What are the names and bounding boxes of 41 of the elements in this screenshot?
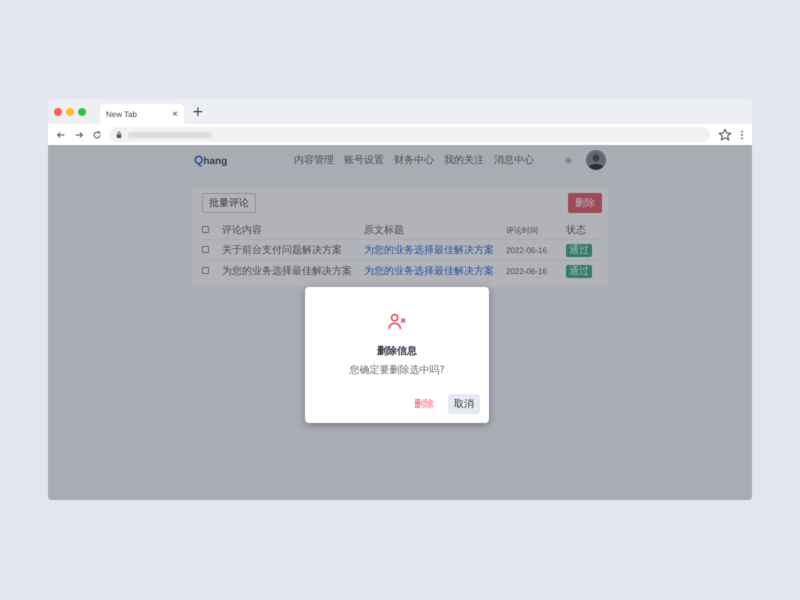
- nav-link[interactable]: 账号设置: [344, 153, 384, 167]
- bookmark-star-icon[interactable]: [718, 128, 732, 142]
- table-cell-text: 2022-06-16: [506, 266, 548, 276]
- logo[interactable]: Qhang: [194, 153, 294, 167]
- remove-user-icon: [388, 313, 406, 330]
- nav-link[interactable]: 消息中心: [494, 153, 534, 167]
- column-header: 评论时间: [506, 224, 539, 236]
- close-window-icon[interactable]: [54, 108, 62, 116]
- column-header: 状态: [566, 224, 587, 237]
- batch-comment-button[interactable]: 批量评论: [202, 193, 256, 213]
- column-header: 评论内容: [222, 224, 263, 237]
- menu-icon[interactable]: [740, 130, 744, 140]
- checkbox[interactable]: [202, 226, 209, 232]
- lock-icon: [116, 130, 122, 138]
- nav-link[interactable]: 我的关注: [444, 153, 484, 167]
- table-cell-text: 为您的业务选择最佳解决方案: [222, 264, 353, 278]
- cancel-button[interactable]: 取消: [448, 394, 480, 414]
- browser-tab[interactable]: New Tab ×: [100, 104, 184, 124]
- delete-button[interactable]: 删除: [568, 193, 602, 213]
- nav-link[interactable]: 内容管理: [294, 153, 334, 167]
- status-tag: 通过: [566, 265, 592, 278]
- dialog-message: 您确定要删除选中吗?: [349, 364, 445, 377]
- status-tag: 通过: [566, 244, 592, 257]
- settings-icon[interactable]: [565, 156, 572, 164]
- table-cell-text: 关于前台支付问题解决方案: [222, 244, 343, 257]
- reload-icon[interactable]: [92, 130, 102, 140]
- article-link[interactable]: 为您的业务选择最佳解决方案: [364, 245, 494, 256]
- avatar[interactable]: [586, 150, 606, 170]
- dialog-title: 删除信息: [377, 344, 417, 358]
- forward-icon[interactable]: [74, 130, 84, 140]
- confirm-delete-button[interactable]: 删除: [408, 394, 440, 414]
- table-cell-text: 2022-06-16: [506, 246, 548, 254]
- checkbox[interactable]: [202, 246, 209, 252]
- checkbox[interactable]: [202, 266, 209, 274]
- close-tab-button[interactable]: ×: [172, 108, 178, 120]
- maximize-window-icon[interactable]: [78, 108, 86, 116]
- back-icon[interactable]: [56, 130, 66, 140]
- article-link[interactable]: 为您的业务选择最佳解决方案: [364, 266, 494, 277]
- column-header: 原文标题: [364, 224, 405, 237]
- new-tab-button[interactable]: +: [192, 104, 204, 118]
- nav-link[interactable]: 财务中心: [394, 153, 434, 167]
